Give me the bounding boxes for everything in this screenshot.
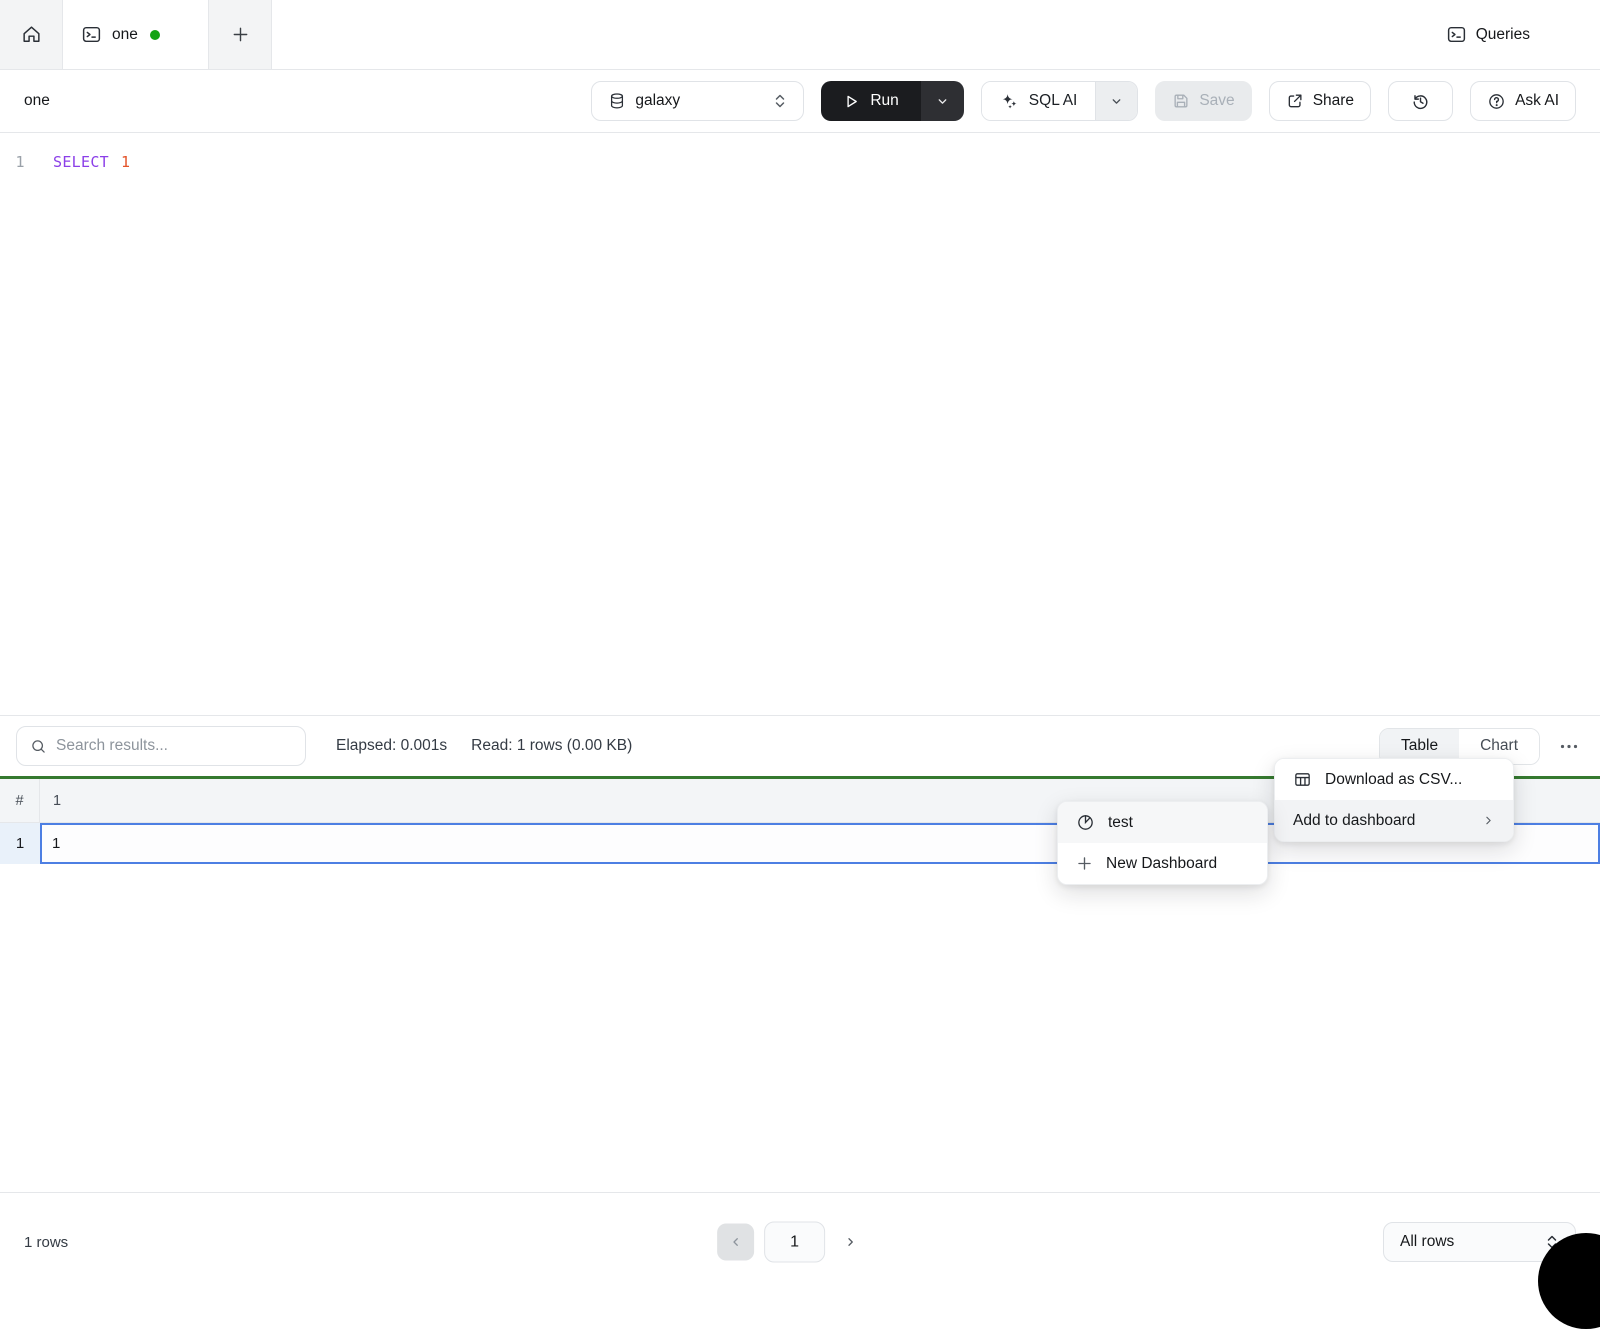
sql-editor[interactable]: 1 SELECT 1 <box>0 133 1600 715</box>
database-select[interactable]: galaxy <box>591 81 804 121</box>
tab-label: one <box>112 26 138 44</box>
search-results-input[interactable] <box>56 737 292 755</box>
run-split-button: Run <box>821 81 963 121</box>
home-button[interactable] <box>0 0 63 69</box>
ask-ai-button[interactable]: Ask AI <box>1470 81 1576 121</box>
code-line: 1 SELECT 1 <box>0 150 1600 174</box>
add-to-dashboard-menu-item[interactable]: Add to dashboard <box>1275 800 1513 841</box>
terminal-icon <box>81 24 102 45</box>
current-page-button[interactable]: 1 <box>764 1222 825 1263</box>
dashboard-submenu: test New Dashboard <box>1057 801 1268 885</box>
history-button[interactable] <box>1388 81 1453 121</box>
history-icon <box>1411 92 1430 111</box>
menu-item-label: New Dashboard <box>1106 855 1217 873</box>
save-icon <box>1172 92 1190 110</box>
menu-item-label: Add to dashboard <box>1293 812 1415 830</box>
rows-per-page-label: All rows <box>1400 1233 1454 1251</box>
plus-icon <box>231 25 250 44</box>
home-icon <box>21 24 42 45</box>
chevron-right-icon <box>1482 814 1495 827</box>
toolbar-controls: galaxy Run <box>591 81 1576 121</box>
row-count: 1 rows <box>24 1234 68 1251</box>
query-name: one <box>24 92 50 110</box>
results-footer: 1 rows 1 All rows <box>0 1192 1600 1291</box>
run-label: Run <box>870 92 898 110</box>
next-page-button[interactable] <box>835 1224 865 1261</box>
updown-chevron-icon <box>773 93 787 109</box>
new-dashboard-menu-item[interactable]: New Dashboard <box>1058 843 1267 884</box>
sql-ai-split-button: SQL AI <box>981 81 1139 121</box>
run-button[interactable]: Run <box>821 81 920 121</box>
read-stat: Read: 1 rows (0.00 KB) <box>471 737 632 755</box>
chevron-left-icon <box>729 1236 742 1249</box>
sql-ai-options-button[interactable] <box>1095 82 1137 120</box>
dashboard-test-menu-item[interactable]: test <box>1058 802 1267 843</box>
queries-button[interactable]: Queries <box>1432 14 1544 55</box>
sql-literal: 1 <box>121 153 130 171</box>
tab-bar: one Queries <box>0 0 1600 70</box>
sql-code: SELECT 1 <box>40 153 130 171</box>
download-csv-menu-item[interactable]: Download as CSV... <box>1275 759 1513 800</box>
ellipsis-icon <box>1560 744 1578 749</box>
results-more-button[interactable] <box>1554 740 1584 753</box>
database-icon <box>608 92 626 110</box>
new-tab-button[interactable] <box>209 0 272 69</box>
query-toolbar: one galaxy <box>0 70 1600 133</box>
run-options-button[interactable] <box>921 81 964 121</box>
queries-label: Queries <box>1476 26 1530 44</box>
save-button[interactable]: Save <box>1155 81 1251 121</box>
sql-keyword: SELECT <box>53 153 109 171</box>
save-label: Save <box>1199 92 1234 110</box>
chevron-down-icon <box>1110 95 1123 108</box>
table-grid-icon <box>1293 770 1312 789</box>
elapsed-stat: Elapsed: 0.001s <box>336 737 447 755</box>
sql-ai-button[interactable]: SQL AI <box>982 82 1096 120</box>
chevron-down-icon <box>936 95 949 108</box>
database-name: galaxy <box>635 92 680 110</box>
pie-chart-icon <box>1076 813 1095 832</box>
ask-ai-label: Ask AI <box>1515 92 1559 110</box>
column-header[interactable]: 1 <box>40 793 61 809</box>
share-icon <box>1286 92 1304 110</box>
search-icon <box>30 738 47 755</box>
unsaved-status-dot <box>150 30 160 40</box>
chevron-right-icon <box>844 1236 857 1249</box>
pagination: 1 <box>717 1222 865 1263</box>
terminal-icon <box>1446 24 1467 45</box>
results-context-menu: Download as CSV... Add to dashboard <box>1274 758 1514 842</box>
row-index-header: # <box>0 779 40 822</box>
search-results-box[interactable] <box>16 726 306 766</box>
play-icon <box>843 93 860 110</box>
line-number: 1 <box>0 153 40 171</box>
tab-one[interactable]: one <box>63 0 209 69</box>
plus-icon <box>1076 855 1093 872</box>
menu-item-label: test <box>1108 814 1133 832</box>
sql-ai-label: SQL AI <box>1029 92 1078 110</box>
tabbar-spacer <box>272 0 1432 69</box>
sparkles-icon <box>1000 92 1019 111</box>
menu-item-label: Download as CSV... <box>1325 771 1462 789</box>
share-button[interactable]: Share <box>1269 81 1371 121</box>
row-index-cell[interactable]: 1 <box>0 823 40 864</box>
question-circle-icon <box>1487 92 1506 111</box>
prev-page-button[interactable] <box>717 1224 754 1261</box>
share-label: Share <box>1313 92 1354 110</box>
